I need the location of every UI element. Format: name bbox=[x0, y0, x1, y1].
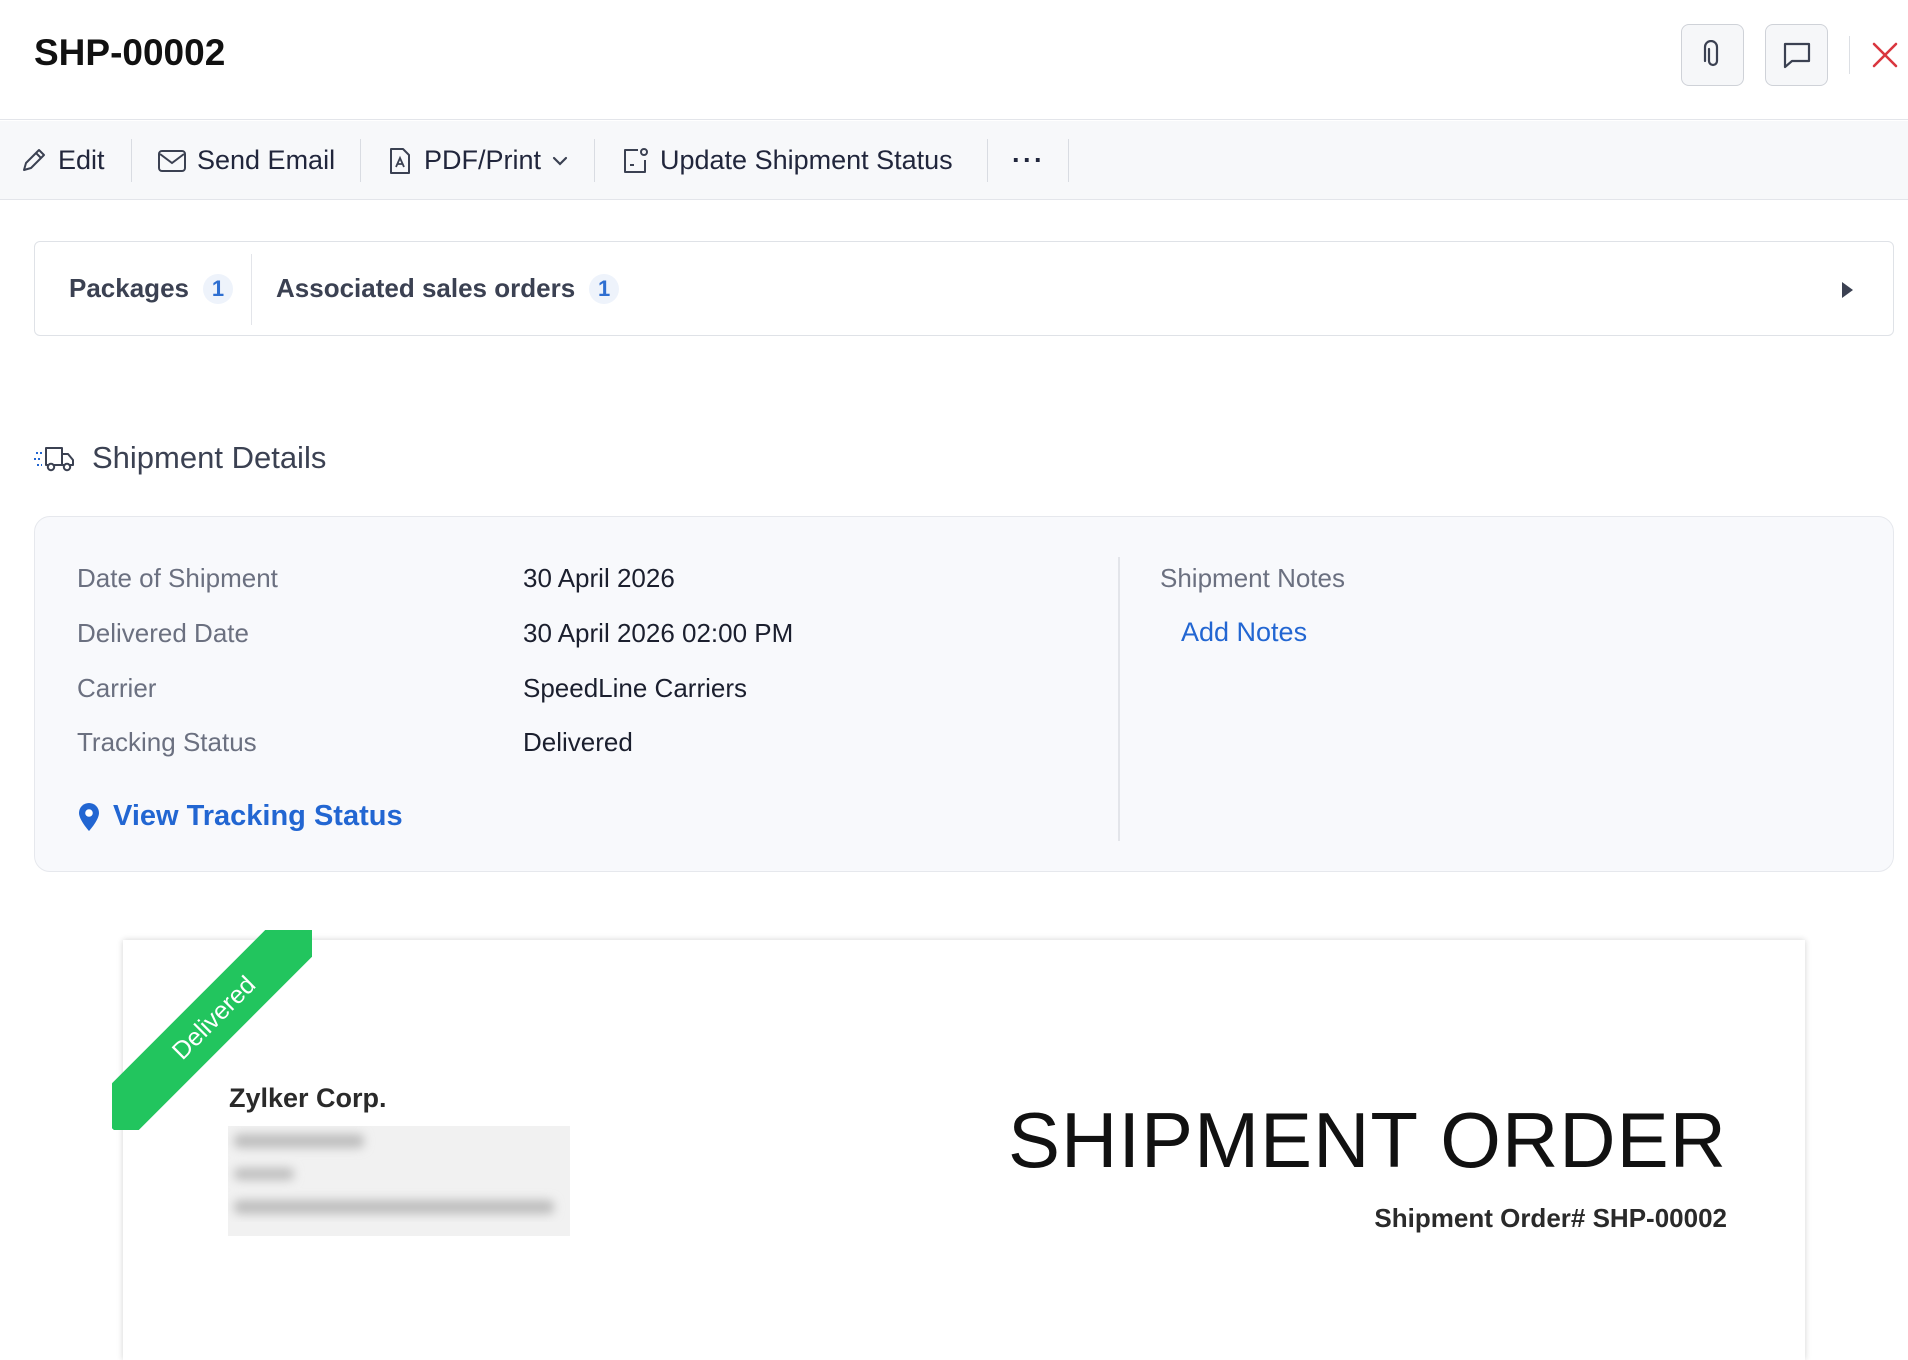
shipment-notes-label: Shipment Notes bbox=[1160, 563, 1345, 593]
delivered-date-value: 30 April 2026 02:00 PM bbox=[523, 618, 794, 648]
pdf-print-dropdown[interactable]: PDF/Print bbox=[386, 121, 569, 200]
edit-button[interactable]: Edit bbox=[18, 121, 105, 200]
details-divider bbox=[1118, 557, 1120, 841]
shipment-details-card: Date of Shipment 30 April 2026 Delivered… bbox=[34, 516, 1894, 872]
comment-icon bbox=[1783, 42, 1810, 69]
mail-icon bbox=[158, 149, 186, 172]
header-divider bbox=[1849, 36, 1850, 74]
section-heading: Shipment Details bbox=[34, 440, 326, 476]
tracking-status-label: Tracking Status bbox=[77, 727, 257, 757]
shipment-order-number: Shipment Order# SHP-00002 bbox=[1374, 1203, 1727, 1233]
date-of-shipment-label: Date of Shipment bbox=[77, 563, 278, 593]
status-update-icon bbox=[624, 147, 648, 173]
send-email-label: Send Email bbox=[197, 145, 336, 175]
paperclip-icon bbox=[1703, 40, 1718, 67]
blurred-address bbox=[228, 1126, 570, 1236]
delivered-date-label: Delivered Date bbox=[77, 618, 249, 648]
page-title: SHP-00002 bbox=[34, 32, 226, 73]
action-toolbar: Edit Send Email PDF/Print Update Shipmen… bbox=[0, 121, 1908, 200]
update-status-label: Update Shipment Status bbox=[660, 145, 953, 175]
location-pin-icon bbox=[79, 802, 99, 831]
more-icon: ··· bbox=[1012, 145, 1045, 175]
add-notes-link[interactable]: Add Notes bbox=[1181, 617, 1307, 648]
close-icon bbox=[1872, 42, 1898, 68]
truck-icon bbox=[34, 447, 74, 472]
toolbar-divider bbox=[360, 139, 361, 182]
tab-label: Packages bbox=[69, 273, 189, 303]
pencil-icon bbox=[23, 148, 45, 171]
toolbar-divider bbox=[1068, 139, 1069, 182]
tab-packages[interactable]: Packages 1 bbox=[69, 242, 233, 335]
tab-associated-sales-orders[interactable]: Associated sales orders 1 bbox=[276, 242, 620, 335]
header-bar: SHP-00002 bbox=[0, 0, 1908, 120]
date-of-shipment-value: 30 April 2026 bbox=[523, 563, 675, 593]
send-email-button[interactable]: Send Email bbox=[157, 121, 335, 200]
close-button[interactable] bbox=[1866, 36, 1904, 74]
count-badge: 1 bbox=[202, 273, 233, 304]
expand-arrow-icon[interactable] bbox=[1842, 282, 1853, 298]
related-tabs: Packages 1 Associated sales orders 1 bbox=[34, 241, 1894, 336]
toolbar-divider bbox=[131, 139, 132, 182]
delivered-ribbon-label: Delivered bbox=[112, 930, 312, 1130]
tracking-status-value: Delivered bbox=[523, 727, 633, 757]
shipment-order-preview: Zylker Corp. SHIPMENT ORDER Shipment Ord… bbox=[123, 940, 1805, 1360]
view-tracking-status-label: View Tracking Status bbox=[113, 800, 403, 832]
tab-divider bbox=[251, 254, 252, 325]
edit-label: Edit bbox=[58, 145, 105, 175]
toolbar-divider bbox=[987, 139, 988, 182]
view-tracking-status-link[interactable]: View Tracking Status bbox=[77, 800, 403, 833]
update-shipment-status-button[interactable]: Update Shipment Status bbox=[620, 121, 953, 200]
section-title: Shipment Details bbox=[92, 440, 327, 475]
tab-label: Associated sales orders bbox=[276, 273, 576, 303]
status-ribbon: Delivered bbox=[112, 930, 312, 1130]
attachment-button[interactable] bbox=[1681, 24, 1744, 86]
toolbar-divider bbox=[594, 139, 595, 182]
comments-button[interactable] bbox=[1765, 24, 1828, 86]
carrier-value: SpeedLine Carriers bbox=[523, 673, 748, 703]
chevron-down-icon bbox=[552, 156, 568, 166]
document-title: SHIPMENT ORDER bbox=[1008, 1096, 1727, 1184]
pdf-print-label: PDF/Print bbox=[424, 145, 542, 175]
pdf-icon bbox=[390, 147, 410, 174]
count-badge: 1 bbox=[589, 273, 620, 304]
carrier-label: Carrier bbox=[77, 673, 157, 703]
more-options-button[interactable]: ··· bbox=[1012, 121, 1045, 200]
